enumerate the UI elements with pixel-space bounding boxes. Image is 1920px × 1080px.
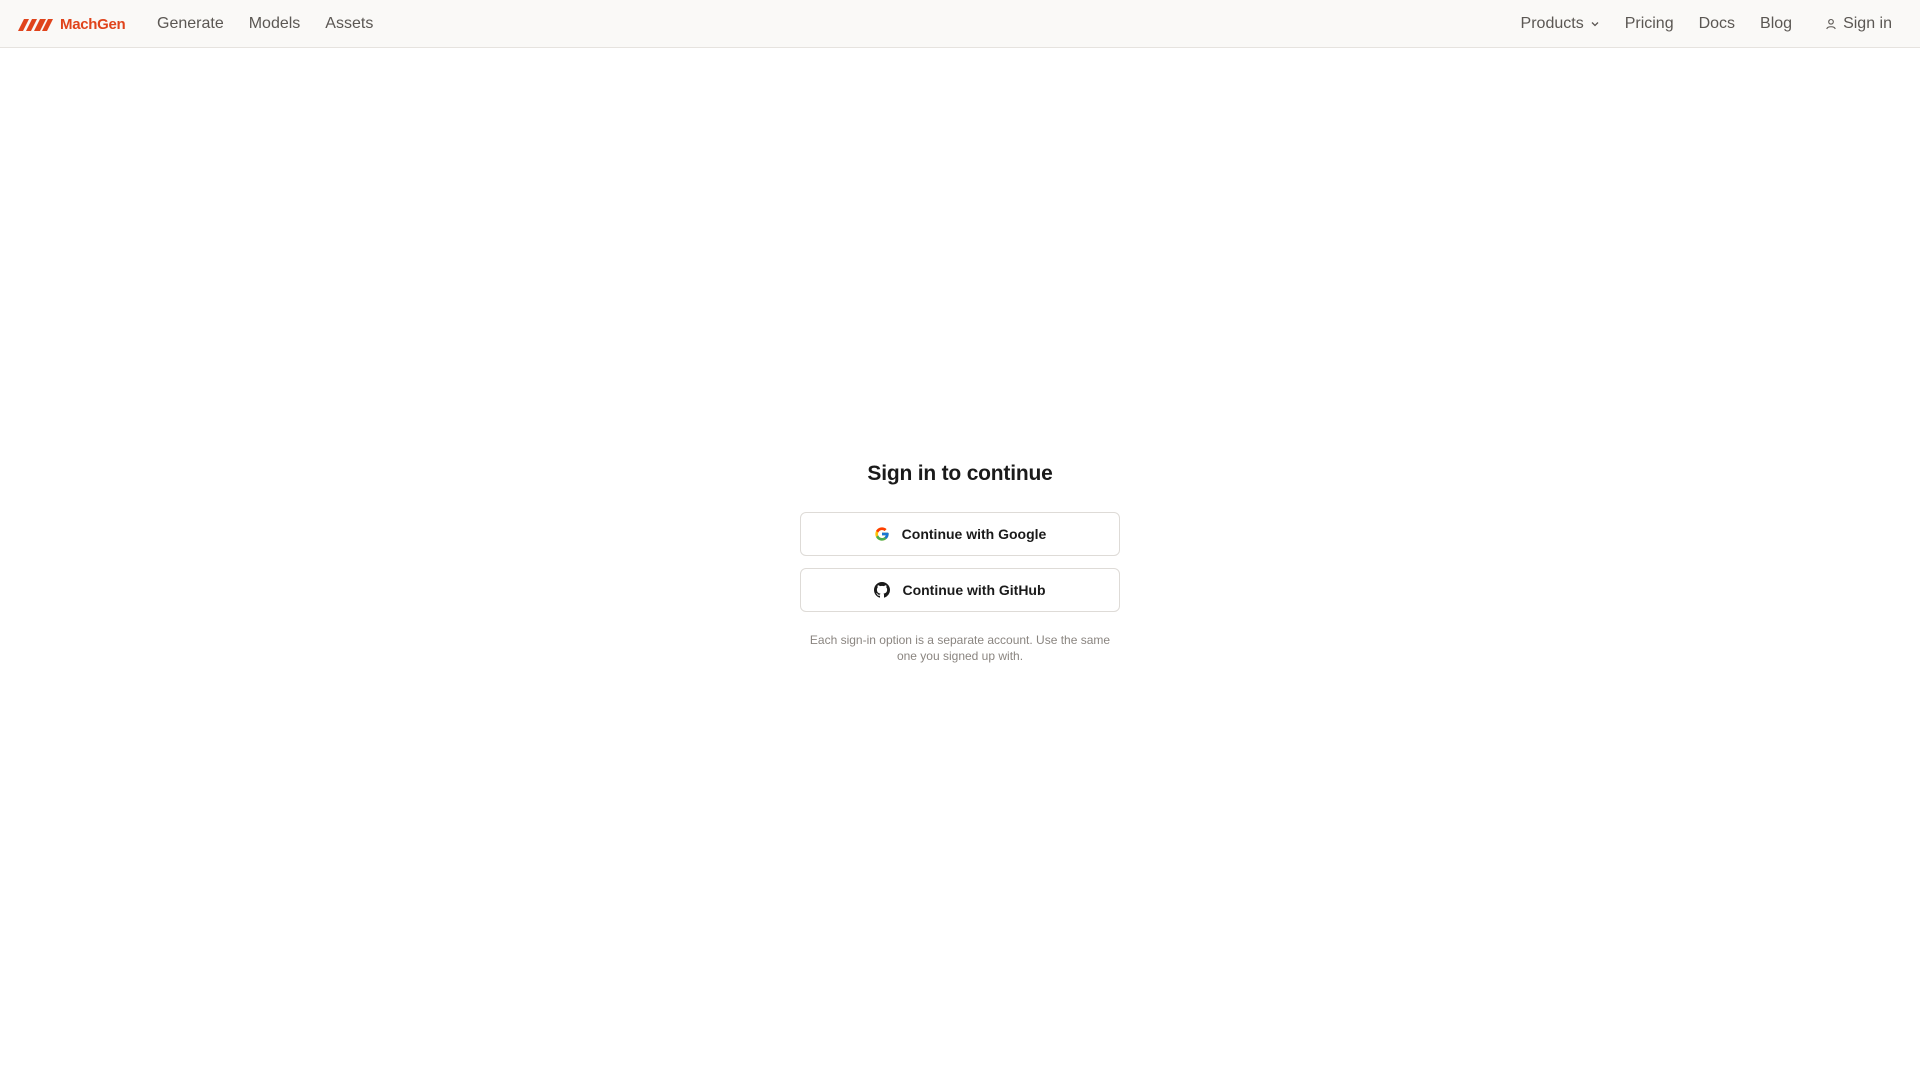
machgen-logo-icon <box>18 17 54 31</box>
primary-nav: Generate Models Assets <box>157 0 373 48</box>
google-button-label: Continue with Google <box>901 526 1047 542</box>
signin-help-note: Each sign-in option is a separate accoun… <box>809 633 1111 663</box>
secondary-nav: Products Pricing Docs Blog Sign in <box>1521 0 1892 48</box>
page-title: Sign in to continue <box>867 462 1053 485</box>
continue-with-github-button[interactable]: Continue with GitHub <box>800 568 1120 612</box>
google-icon <box>874 526 890 542</box>
chevron-down-icon <box>1590 19 1600 29</box>
user-icon <box>1825 18 1837 30</box>
nav-models[interactable]: Models <box>249 15 301 33</box>
nav-products-label: Products <box>1520 15 1584 32</box>
nav-assets[interactable]: Assets <box>325 15 373 33</box>
continue-with-google-button[interactable]: Continue with Google <box>800 512 1120 556</box>
top-navigation-bar: MachGen Generate Models Assets Products … <box>0 0 1920 48</box>
nav-blog[interactable]: Blog <box>1760 15 1792 33</box>
nav-generate[interactable]: Generate <box>157 15 224 33</box>
nav-pricing[interactable]: Pricing <box>1625 15 1674 33</box>
nav-docs[interactable]: Docs <box>1699 15 1735 33</box>
nav-signin-label: Sign in <box>1843 15 1892 32</box>
signin-panel: Sign in to continue Continue with Google… <box>800 452 1120 676</box>
nav-signin-link[interactable]: Sign in <box>1825 15 1892 33</box>
github-button-label: Continue with GitHub <box>902 582 1046 598</box>
github-icon <box>874 582 891 598</box>
nav-products-dropdown[interactable]: Products <box>1521 15 1600 33</box>
brand-name: MachGen <box>60 15 126 33</box>
brand-logo-link[interactable]: MachGen <box>18 0 126 48</box>
